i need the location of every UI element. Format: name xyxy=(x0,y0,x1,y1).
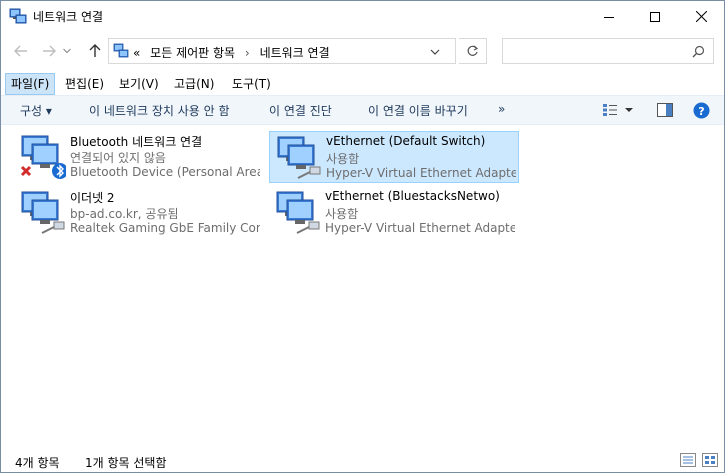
network-bluetooth-disconnected-icon xyxy=(20,135,66,179)
breadcrumb-item-network-connections[interactable]: 네트워크 연결 xyxy=(260,46,330,60)
connection-item-ethernet-2[interactable]: 이더넷 2 bp-ad.co.kr, 공유됨 Realtek Gaming Gb… xyxy=(14,187,264,239)
connection-item-vethernet-bluestacks[interactable]: vEthernet (BluestacksNetwo) 사용함 Hyper-V … xyxy=(269,187,519,239)
menu-edit[interactable]: 편집(E) xyxy=(60,73,109,95)
disable-device-button[interactable]: 이 네트워크 장치 사용 안 함 xyxy=(89,102,230,119)
network-cable-icon xyxy=(21,191,65,234)
more-commands-button[interactable]: » xyxy=(498,102,505,116)
connection-device: Hyper-V Virtual Ethernet Adapter xyxy=(326,166,516,180)
back-button[interactable] xyxy=(10,40,32,62)
help-icon: ? xyxy=(693,102,710,118)
connection-name: vEthernet (Default Switch) xyxy=(326,134,486,148)
minimize-button[interactable] xyxy=(586,1,632,32)
change-view-button[interactable] xyxy=(602,101,634,119)
refresh-button[interactable] xyxy=(459,38,487,64)
connection-device: Bluetooth Device (Personal Area ... xyxy=(70,165,260,179)
chevron-down-icon xyxy=(63,48,71,54)
control-panel-icon xyxy=(113,43,129,58)
maximize-icon xyxy=(650,11,660,22)
breadcrumb-separator[interactable]: › xyxy=(245,46,250,60)
connection-device: Hyper-V Virtual Ethernet Adapter... xyxy=(325,221,515,235)
connection-status: 사용함 xyxy=(325,207,359,221)
connection-item-bluetooth[interactable]: Bluetooth 네트워크 연결 연결되어 있지 않음 Bluetooth D… xyxy=(14,131,264,183)
breadcrumb-item-control-panel[interactable]: 모든 제어판 항목 xyxy=(150,46,235,60)
connection-name: Bluetooth 네트워크 연결 xyxy=(70,135,203,149)
preview-pane-icon xyxy=(657,103,673,117)
view-details-icon xyxy=(603,104,617,116)
refresh-icon xyxy=(467,45,479,56)
organize-button[interactable]: 구성 ▾ xyxy=(20,102,52,119)
network-connections-icon xyxy=(9,8,27,24)
network-cable-icon xyxy=(277,136,321,179)
breadcrumb-overflow[interactable]: « xyxy=(133,46,140,60)
recent-locations-button[interactable] xyxy=(60,40,74,62)
connection-name: 이더넷 2 xyxy=(70,191,115,205)
menu-file[interactable]: 파일(F) xyxy=(5,73,56,95)
menu-advanced[interactable]: 고급(N) xyxy=(169,73,219,95)
help-button[interactable]: ? xyxy=(693,101,710,119)
address-dropdown-icon[interactable] xyxy=(428,45,442,59)
command-bar: 구성 ▾ 이 네트워크 장치 사용 안 함 이 연결 진단 이 연결 이름 바꾸… xyxy=(1,95,724,125)
view-dropdown-icon xyxy=(625,108,633,112)
search-box[interactable] xyxy=(502,38,714,64)
details-view-icon[interactable] xyxy=(680,453,696,467)
connection-status: 사용함 xyxy=(326,152,360,166)
close-button[interactable] xyxy=(678,1,724,32)
selected-count: 1개 항목 선택함 xyxy=(85,456,167,470)
item-count: 4개 항목 xyxy=(15,456,60,470)
arrow-left-icon xyxy=(14,45,27,57)
minimize-icon xyxy=(604,16,614,18)
arrow-right-icon xyxy=(43,45,56,57)
connection-status: 연결되어 있지 않음 xyxy=(70,151,166,165)
window-title: 네트워크 연결 xyxy=(33,10,104,24)
large-icons-view-icon[interactable] xyxy=(702,453,718,467)
diagnose-connection-button[interactable]: 이 연결 진단 xyxy=(269,102,332,119)
rename-connection-button[interactable]: 이 연결 이름 바꾸기 xyxy=(368,102,468,119)
title-bar[interactable]: 네트워크 연결 xyxy=(1,1,724,32)
preview-pane-button[interactable] xyxy=(657,101,673,119)
arrow-up-icon xyxy=(89,44,101,57)
forward-button[interactable] xyxy=(38,40,60,62)
breadcrumb: « 모든 제어판 항목 › 네트워크 연결 xyxy=(133,44,336,61)
close-icon xyxy=(695,11,707,22)
status-bar: 4개 항목 1개 항목 선택함 xyxy=(1,449,724,472)
connection-item-vethernet-default[interactable]: vEthernet (Default Switch) 사용함 Hyper-V V… xyxy=(269,131,519,183)
menu-bar: 파일(F) 편집(E) 보기(V) 고급(N) 도구(T) xyxy=(1,73,724,95)
connection-name: vEthernet (BluestacksNetwo) xyxy=(325,189,500,203)
explorer-window: 네트워크 연결 « 모든 제어판 항목 › 네트워크 연결 파일(F) 편집(E… xyxy=(0,0,725,473)
search-icon xyxy=(692,45,705,58)
menu-tools[interactable]: 도구(T) xyxy=(227,73,276,95)
connection-device: Realtek Gaming GbE Family Cont... xyxy=(70,221,260,235)
up-button[interactable] xyxy=(84,40,106,62)
connection-status: bp-ad.co.kr, 공유됨 xyxy=(70,207,179,221)
address-bar[interactable]: « 모든 제어판 항목 › 네트워크 연결 xyxy=(108,38,456,64)
network-cable-icon xyxy=(276,191,320,234)
menu-view[interactable]: 보기(V) xyxy=(114,73,164,95)
svg-text:?: ? xyxy=(698,105,704,118)
maximize-button[interactable] xyxy=(632,1,678,32)
